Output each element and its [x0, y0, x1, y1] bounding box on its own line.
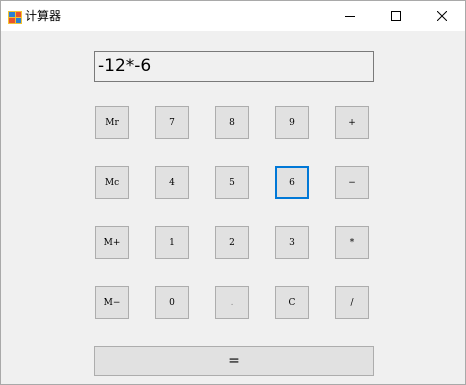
- memory-clear-button[interactable]: Mc: [95, 166, 129, 199]
- digit-8-button[interactable]: 8: [215, 106, 249, 139]
- clear-button[interactable]: C: [275, 286, 309, 319]
- minimize-icon: [345, 11, 355, 21]
- title-bar[interactable]: 计算器: [1, 1, 465, 31]
- decimal-point-button[interactable]: .: [215, 286, 249, 319]
- calculator-app-icon: [8, 9, 22, 24]
- memory-add-button[interactable]: M+: [95, 226, 129, 259]
- digit-3-button[interactable]: 3: [275, 226, 309, 259]
- digit-5-button[interactable]: 5: [215, 166, 249, 199]
- digit-1-button[interactable]: 1: [155, 226, 189, 259]
- digit-0-button[interactable]: 0: [155, 286, 189, 319]
- plus-button[interactable]: +: [335, 106, 369, 139]
- divide-button[interactable]: /: [335, 286, 369, 319]
- window-title: 计算器: [25, 9, 62, 23]
- maximize-button[interactable]: [373, 1, 419, 31]
- memory-subtract-button[interactable]: M−: [95, 286, 129, 319]
- digit-4-button[interactable]: 4: [155, 166, 189, 199]
- digit-2-button[interactable]: 2: [215, 226, 249, 259]
- calculator-window: 计算器 -12*-6 Mr 7 8 9 + Mc 4 5 6 − M+ 1 2 …: [0, 0, 466, 385]
- close-icon: [437, 11, 447, 21]
- minus-button[interactable]: −: [335, 166, 369, 199]
- expression-display[interactable]: -12*-6: [94, 51, 374, 82]
- equals-button[interactable]: =: [94, 346, 374, 376]
- digit-7-button[interactable]: 7: [155, 106, 189, 139]
- maximize-icon: [391, 11, 401, 21]
- close-button[interactable]: [419, 1, 465, 31]
- digit-6-button[interactable]: 6: [275, 166, 309, 199]
- memory-recall-button[interactable]: Mr: [95, 106, 129, 139]
- minimize-button[interactable]: [327, 1, 373, 31]
- multiply-button[interactable]: *: [335, 226, 369, 259]
- digit-9-button[interactable]: 9: [275, 106, 309, 139]
